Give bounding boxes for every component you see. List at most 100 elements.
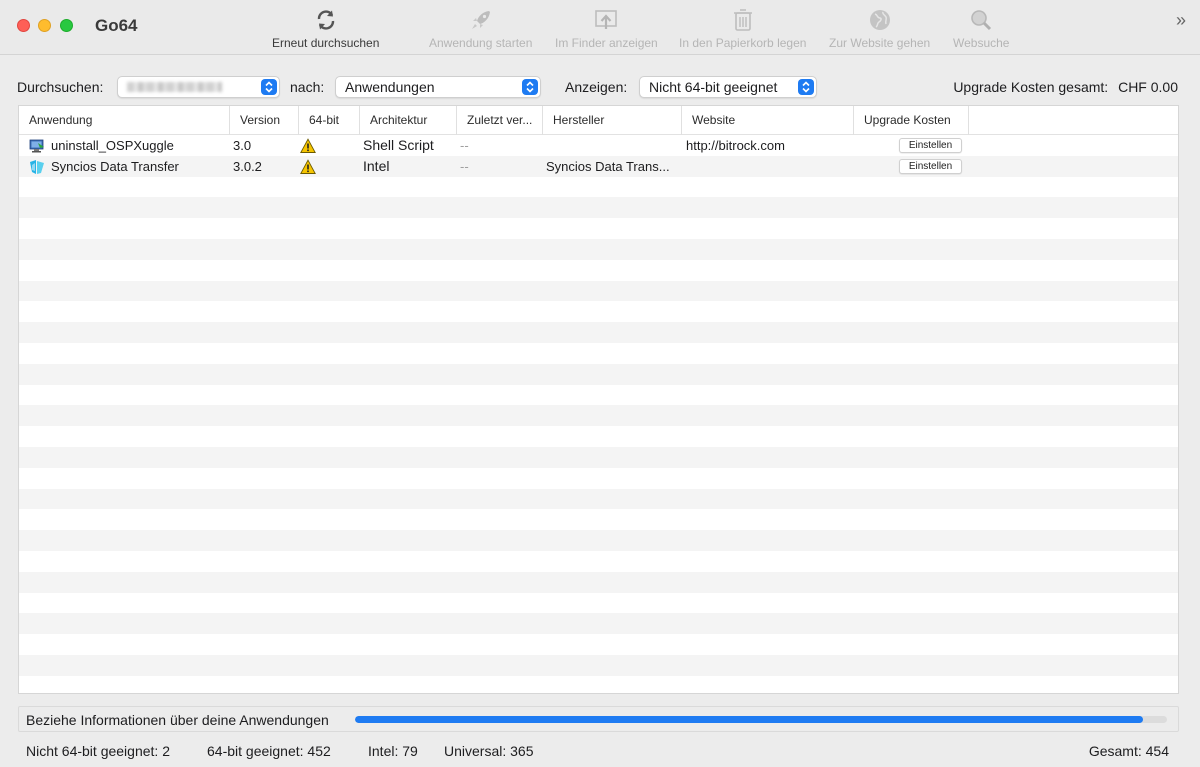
show-filter-label: Anzeigen: [565, 79, 628, 95]
launch-app-button[interactable]: Anwendung starten [429, 6, 532, 52]
empty-table-row [19, 363, 1178, 385]
progress-label: Beziehe Informationen über deine Anwendu… [26, 712, 329, 728]
empty-table-row [19, 177, 1178, 198]
set-upgrade-cost-button[interactable]: Einstellen [899, 158, 962, 174]
empty-table-row [19, 551, 1178, 572]
window-zoom-button[interactable] [60, 19, 73, 32]
redacted-volume-name [127, 82, 222, 92]
title-bar: Go64 Erneut durchsuchen Anwendung starte… [0, 0, 1200, 55]
popup-stepper-icon [261, 79, 277, 95]
app-name: Syncios Data Transfer [51, 158, 179, 174]
popup-stepper-icon [798, 79, 814, 95]
empty-table-row [19, 260, 1178, 281]
refresh-icon [315, 6, 337, 34]
search-globe-icon [969, 6, 993, 34]
progress-bar [355, 716, 1167, 723]
progress-panel: Beziehe Informationen über deine Anwendu… [18, 706, 1179, 732]
empty-table-row [19, 426, 1178, 447]
empty-table-row [19, 509, 1178, 530]
window-minimize-button[interactable] [38, 19, 51, 32]
empty-table-row [19, 218, 1178, 239]
status-not-64bit: Nicht 64-bit geeignet: 2 [26, 743, 170, 759]
app-architecture: Intel [363, 157, 390, 174]
syncios-app-icon [29, 159, 45, 175]
installer-app-icon [29, 138, 45, 154]
empty-table-row [19, 446, 1178, 468]
table-body: uninstall_OSPXuggle 3.0 Shell Script -- … [19, 135, 1178, 693]
show-in-finder-label: Im Finder anzeigen [555, 36, 658, 50]
status-total: Gesamt: 454 [1088, 743, 1169, 759]
search-type-popup[interactable]: Anwendungen [335, 76, 541, 98]
empty-table-row [19, 654, 1178, 676]
app-last-used: -- [460, 138, 469, 153]
upgrade-cost-total: Upgrade Kosten gesamt: CHF 0.00 [953, 79, 1178, 95]
rescan-button[interactable]: Erneut durchsuchen [272, 6, 379, 52]
go-to-website-button[interactable]: Zur Website gehen [829, 6, 930, 52]
status-universal: Universal: 365 [444, 743, 534, 759]
column-header-64bit[interactable]: 64-bit [299, 106, 360, 135]
app-title: Go64 [95, 16, 138, 35]
set-upgrade-cost-button[interactable]: Einstellen [899, 138, 962, 153]
empty-table-row [19, 676, 1178, 693]
empty-table-row [19, 634, 1178, 655]
empty-table-row [19, 197, 1178, 219]
empty-table-row [19, 238, 1178, 260]
empty-table-row [19, 530, 1178, 551]
column-header-upgrade-cost[interactable]: Upgrade Kosten [854, 106, 969, 135]
empty-table-row [19, 468, 1178, 489]
app-version: 3.0.2 [233, 158, 262, 174]
upgrade-cost-label: Upgrade Kosten gesamt: [953, 79, 1109, 95]
progress-bar-fill [355, 716, 1143, 723]
empty-table-row [19, 385, 1178, 406]
table-row[interactable]: uninstall_OSPXuggle 3.0 Shell Script -- … [19, 135, 1178, 156]
app-last-used: -- [460, 158, 469, 174]
app-version: 3.0 [233, 138, 252, 153]
empty-table-row [19, 593, 1178, 614]
reveal-in-finder-icon [594, 6, 618, 34]
launch-app-label: Anwendung starten [429, 36, 533, 50]
app-website-link[interactable]: http://bitrock.com [686, 135, 785, 156]
column-header-last-used[interactable]: Zuletzt ver... [457, 106, 543, 135]
empty-table-row [19, 488, 1178, 510]
filter-bar: Durchsuchen: nach: Anwendungen Anzeigen:… [0, 55, 1200, 105]
go-to-website-label: Zur Website gehen [829, 36, 931, 50]
move-to-trash-label: In den Papierkorb legen [679, 36, 807, 50]
globe-icon [868, 6, 892, 34]
applications-table: Anwendung Version 64-bit Architektur Zul… [18, 105, 1179, 694]
warning-icon [300, 159, 316, 175]
search-scope-popup[interactable] [117, 76, 280, 98]
table-header: Anwendung Version 64-bit Architektur Zul… [19, 106, 1178, 135]
trash-icon [733, 6, 753, 34]
show-filter-popup[interactable]: Nicht 64-bit geeignet [639, 76, 817, 98]
web-search-label: Websuche [953, 36, 1010, 50]
status-64bit: 64-bit geeignet: 452 [207, 743, 331, 759]
status-intel: Intel: 79 [368, 743, 418, 759]
web-search-button[interactable]: Websuche [953, 6, 1009, 52]
window-close-button[interactable] [17, 19, 30, 32]
column-header-application[interactable]: Anwendung [19, 106, 230, 135]
search-scope-label: Durchsuchen: [17, 79, 104, 95]
column-header-version[interactable]: Version [230, 106, 299, 135]
column-header-website[interactable]: Website [682, 106, 854, 135]
app-architecture: Shell Script [363, 137, 434, 153]
move-to-trash-button[interactable]: In den Papierkorb legen [679, 6, 806, 52]
empty-table-row [19, 571, 1178, 593]
empty-table-row [19, 613, 1178, 635]
table-row[interactable]: Syncios Data Transfer 3.0.2 Intel -- Syn… [19, 155, 1178, 177]
empty-table-row [19, 405, 1178, 427]
empty-table-row [19, 322, 1178, 343]
warning-icon [300, 138, 316, 154]
app-vendor: Syncios Data Trans... [546, 158, 670, 174]
column-header-vendor[interactable]: Hersteller [543, 106, 682, 135]
rescan-label: Erneut durchsuchen [272, 36, 380, 50]
empty-table-row [19, 301, 1178, 322]
app-name: uninstall_OSPXuggle [51, 138, 174, 153]
column-header-architecture[interactable]: Architektur [360, 106, 457, 135]
show-in-finder-button[interactable]: Im Finder anzeigen [555, 6, 658, 52]
toolbar-overflow-button[interactable]: » [1176, 10, 1186, 31]
show-filter-value: Nicht 64-bit geeignet [649, 79, 778, 95]
empty-table-row [19, 343, 1178, 364]
rocket-icon [469, 6, 493, 34]
popup-stepper-icon [522, 79, 538, 95]
upgrade-cost-value: CHF 0.00 [1118, 79, 1178, 95]
